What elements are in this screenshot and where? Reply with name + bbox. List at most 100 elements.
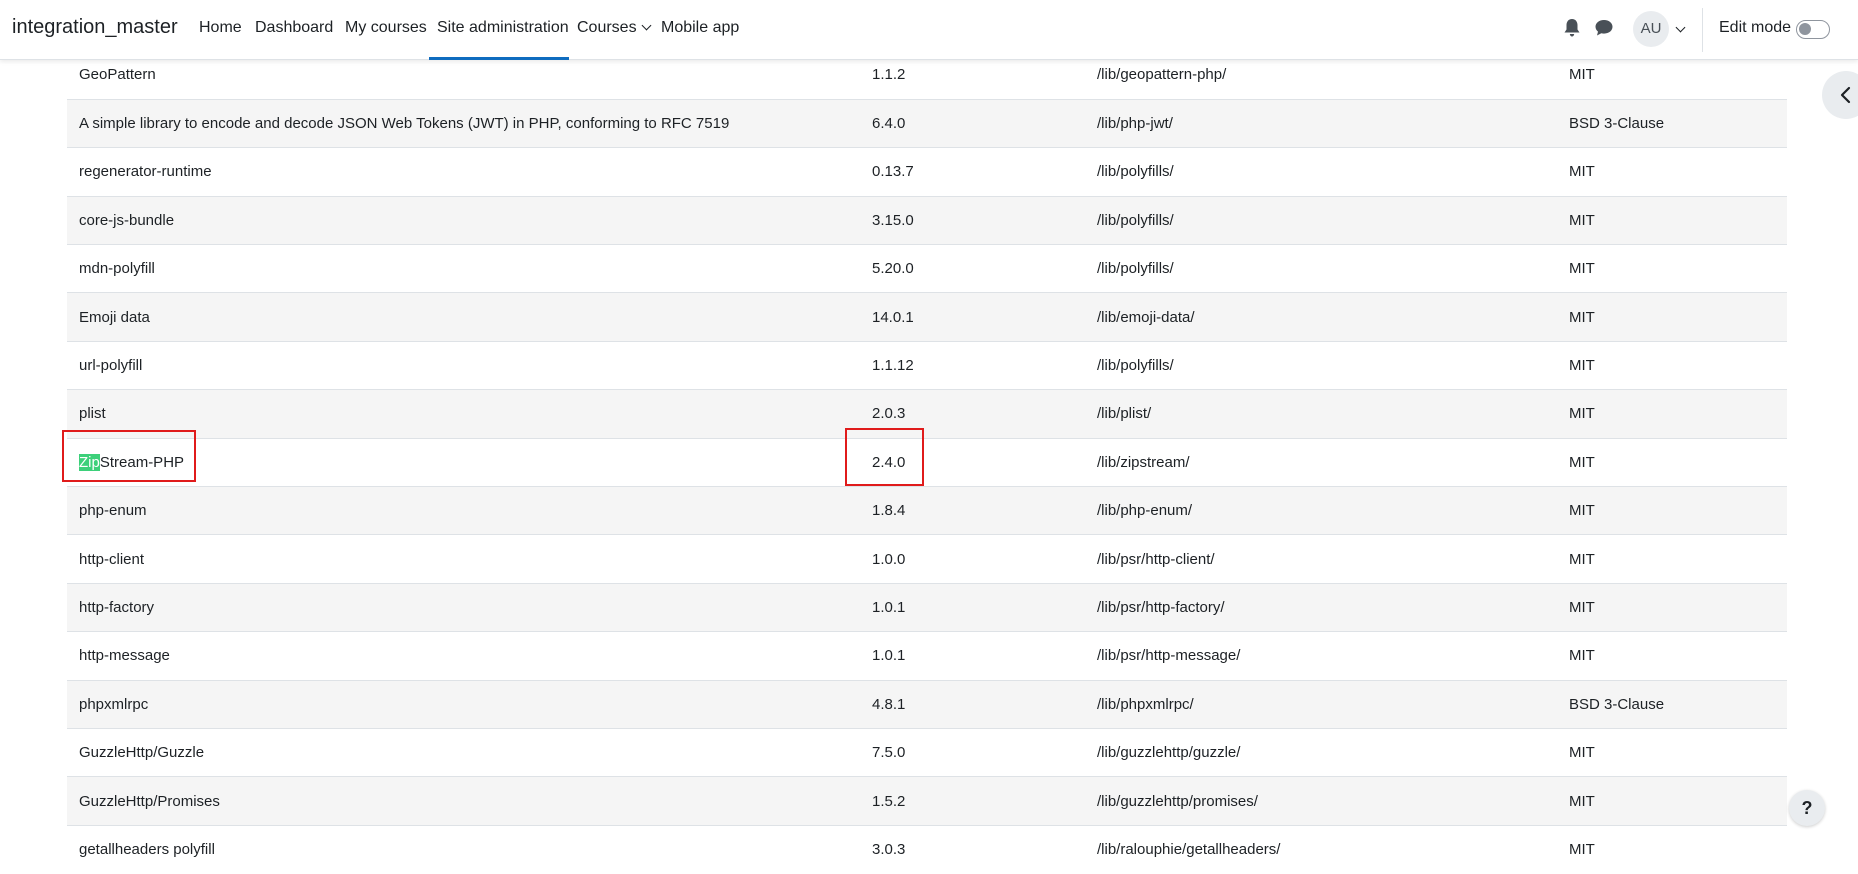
library-version: 2.0.3	[860, 389, 1085, 439]
library-license: MIT	[1557, 437, 1787, 487]
library-name: regenerator-runtime	[67, 147, 860, 197]
user-menu-chevron-down-icon[interactable]	[1675, 22, 1686, 33]
help-button[interactable]: ?	[1789, 790, 1825, 826]
user-avatar[interactable]: AU	[1633, 11, 1669, 47]
library-location: /lib/ralouphie/getallheaders/	[1085, 824, 1557, 874]
bell-icon[interactable]	[1563, 18, 1581, 38]
library-name: getallheaders polyfill	[67, 824, 860, 874]
library-name: GuzzleHttp/Promises	[67, 776, 860, 826]
table-row: GuzzleHttp/Promises 1.5.2 /lib/guzzlehtt…	[67, 776, 1787, 826]
table-row: phpxmlrpc 4.8.1 /lib/phpxmlrpc/ BSD 3-Cl…	[67, 679, 1787, 729]
library-location: /lib/psr/http-message/	[1085, 631, 1557, 681]
library-version: 1.0.0	[860, 534, 1085, 584]
table-row: url-polyfill 1.1.12 /lib/polyfills/ MIT	[67, 340, 1787, 390]
library-version: 4.8.1	[860, 679, 1085, 729]
library-location: /lib/polyfills/	[1085, 195, 1557, 245]
nav-mobile-app[interactable]: Mobile app	[653, 0, 747, 60]
edit-mode-toggle[interactable]	[1796, 20, 1830, 39]
library-license: MIT	[1557, 340, 1787, 390]
nav-courses-label: Courses	[577, 19, 637, 36]
library-version: 1.0.1	[860, 582, 1085, 632]
library-version: 5.20.0	[860, 244, 1085, 293]
table-row: GuzzleHttp/Guzzle 7.5.0 /lib/guzzlehttp/…	[67, 727, 1787, 777]
nav-dashboard[interactable]: Dashboard	[247, 0, 341, 60]
library-name: phpxmlrpc	[67, 679, 860, 729]
library-version: 1.8.4	[860, 486, 1085, 535]
library-license: MIT	[1557, 292, 1787, 342]
table-row: mdn-polyfill 5.20.0 /lib/polyfills/ MIT	[67, 244, 1787, 293]
nav-my-courses[interactable]: My courses	[337, 0, 435, 60]
toggle-knob	[1799, 23, 1811, 35]
library-version: 6.4.0	[860, 98, 1085, 148]
table-row: plist 2.0.3 /lib/plist/ MIT	[67, 389, 1787, 439]
library-version: 2.4.0	[860, 437, 1085, 487]
library-location: /lib/guzzlehttp/guzzle/	[1085, 727, 1557, 777]
library-name: url-polyfill	[67, 340, 860, 390]
library-license: MIT	[1557, 486, 1787, 535]
library-license: MIT	[1557, 824, 1787, 874]
library-location: /lib/polyfills/	[1085, 147, 1557, 197]
library-name: A simple library to encode and decode JS…	[67, 98, 860, 148]
library-version: 14.0.1	[860, 292, 1085, 342]
library-license: MIT	[1557, 147, 1787, 197]
open-block-drawer-button[interactable]	[1822, 71, 1858, 119]
library-license: MIT	[1557, 195, 1787, 245]
library-license: MIT	[1557, 727, 1787, 777]
library-location: /lib/phpxmlrpc/	[1085, 679, 1557, 729]
chevron-left-icon	[1840, 86, 1851, 104]
navbar-divider	[1702, 8, 1703, 52]
library-version: 7.5.0	[860, 727, 1085, 777]
library-location: /lib/plist/	[1085, 389, 1557, 439]
nav-home[interactable]: Home	[191, 0, 250, 60]
library-license: MIT	[1557, 244, 1787, 293]
library-version: 0.13.7	[860, 147, 1085, 197]
chevron-down-icon	[641, 20, 652, 31]
library-license: MIT	[1557, 389, 1787, 439]
library-location: /lib/polyfills/	[1085, 244, 1557, 293]
third-party-libraries-table: GeoPattern 1.1.2 /lib/geopattern-php/ MI…	[67, 51, 1787, 874]
library-name-rest: Stream-PHP	[99, 453, 185, 471]
table-row: http-message 1.0.1 /lib/psr/http-message…	[67, 631, 1787, 681]
library-location: /lib/psr/http-client/	[1085, 534, 1557, 584]
library-license: BSD 3-Clause	[1557, 679, 1787, 729]
library-name: core-js-bundle	[67, 195, 860, 245]
library-license: MIT	[1557, 631, 1787, 681]
library-location: /lib/guzzlehttp/promises/	[1085, 776, 1557, 826]
table-row: ZipStream-PHP 2.4.0 /lib/zipstream/ MIT	[67, 437, 1787, 487]
table-row: getallheaders polyfill 3.0.3 /lib/raloup…	[67, 824, 1787, 874]
library-name: php-enum	[67, 486, 860, 535]
library-name: GuzzleHttp/Guzzle	[67, 727, 860, 777]
library-name: http-message	[67, 631, 860, 681]
search-match-highlight: Zip	[79, 453, 100, 471]
library-license: MIT	[1557, 582, 1787, 632]
library-name: plist	[67, 389, 860, 439]
library-name: ZipStream-PHP	[67, 437, 860, 487]
library-location: /lib/emoji-data/	[1085, 292, 1557, 342]
nav-courses[interactable]: Courses	[569, 0, 658, 60]
edit-mode-label: Edit mode	[1719, 19, 1792, 36]
library-name: Emoji data	[67, 292, 860, 342]
table-row: Emoji data 14.0.1 /lib/emoji-data/ MIT	[67, 292, 1787, 342]
library-location: /lib/polyfills/	[1085, 340, 1557, 390]
table-row: A simple library to encode and decode JS…	[67, 98, 1787, 148]
library-name: http-client	[67, 534, 860, 584]
library-name: http-factory	[67, 582, 860, 632]
library-version: 3.15.0	[860, 195, 1085, 245]
library-license: BSD 3-Clause	[1557, 98, 1787, 148]
table-row: http-factory 1.0.1 /lib/psr/http-factory…	[67, 582, 1787, 632]
library-name: mdn-polyfill	[67, 244, 860, 293]
library-license: MIT	[1557, 534, 1787, 584]
library-location: /lib/psr/http-factory/	[1085, 582, 1557, 632]
library-version: 3.0.3	[860, 824, 1085, 874]
table-row: regenerator-runtime 0.13.7 /lib/polyfill…	[67, 147, 1787, 197]
table-row: core-js-bundle 3.15.0 /lib/polyfills/ MI…	[67, 195, 1787, 245]
nav-site-administration[interactable]: Site administration	[429, 0, 569, 60]
library-version: 1.5.2	[860, 776, 1085, 826]
library-license: MIT	[1557, 776, 1787, 826]
library-location: /lib/php-enum/	[1085, 486, 1557, 535]
library-location: /lib/zipstream/	[1085, 437, 1557, 487]
site-brand[interactable]: integration_master	[12, 16, 178, 39]
chat-bubble-icon[interactable]	[1594, 18, 1614, 38]
library-version: 1.1.12	[860, 340, 1085, 390]
top-navbar: integration_master Home Dashboard My cou…	[0, 0, 1858, 60]
